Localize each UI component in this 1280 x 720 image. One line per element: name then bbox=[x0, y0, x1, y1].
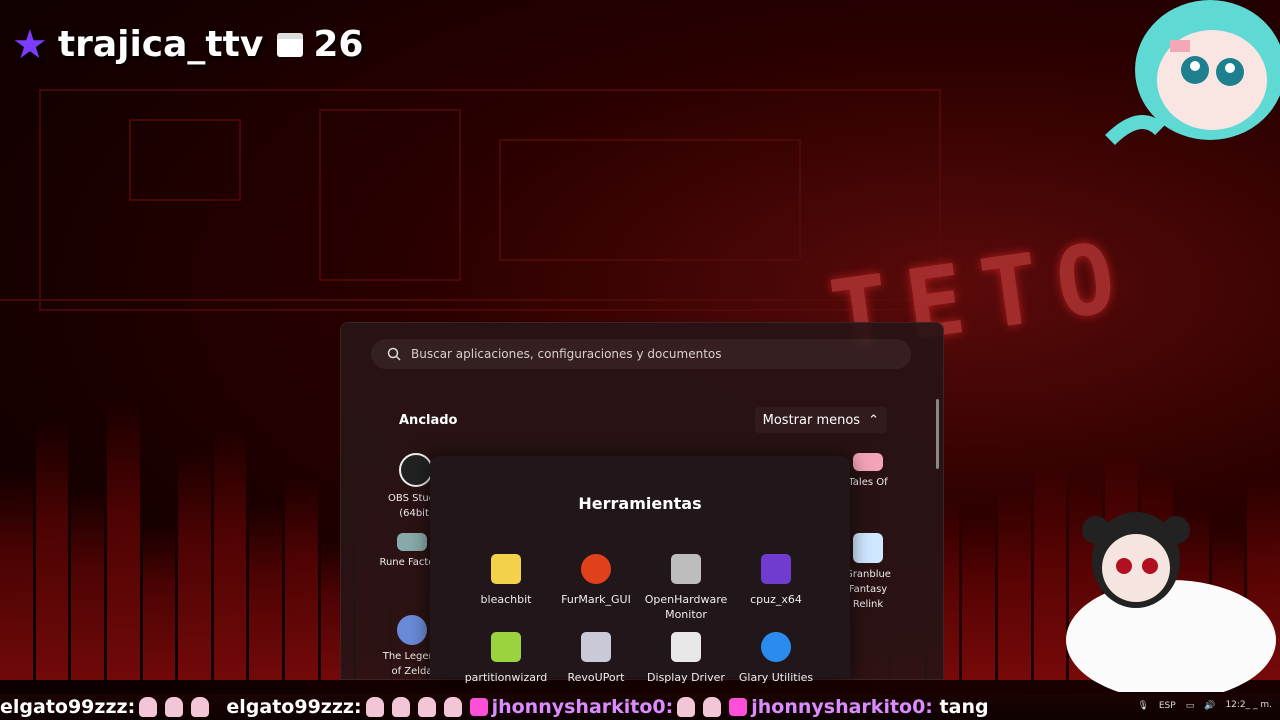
emote-icon bbox=[703, 697, 722, 717]
partitionwizard-icon bbox=[491, 632, 521, 662]
chat-ticker: elgato99zzz: elgato99zzz: jhonnysharkito… bbox=[0, 694, 1280, 720]
folder-app-cpuz[interactable]: cpuz_x64 bbox=[728, 554, 824, 607]
folder-title: Herramientas bbox=[578, 494, 702, 513]
chat-username: jhonnysharkito0: bbox=[491, 696, 674, 718]
folder-app-glary[interactable]: Glary Utilities bbox=[728, 632, 824, 685]
folder-app-openhardwaremonitor[interactable]: OpenHardware Monitor bbox=[638, 554, 734, 622]
tools-folder-popup: Herramientas bleachbit FurMark_GUI OpenH… bbox=[430, 456, 850, 684]
cpuz-icon bbox=[761, 554, 791, 584]
pinned-section-title: Anclado bbox=[399, 413, 458, 428]
chevron-up-icon: ⌃ bbox=[868, 412, 879, 428]
folder-app-label: bleachbit bbox=[480, 593, 532, 606]
calendar-icon bbox=[277, 32, 304, 57]
openhardwaremonitor-icon bbox=[671, 554, 701, 584]
folder-app-label: cpuz_x64 bbox=[750, 593, 802, 606]
clock[interactable]: 12:2_ _ m. bbox=[1225, 700, 1272, 711]
streamer-name: trajica_ttv bbox=[57, 24, 264, 65]
chat-username: elgato99zzz: bbox=[0, 696, 136, 718]
emote-icon bbox=[365, 697, 384, 717]
folder-app-revouport[interactable]: RevoUPort bbox=[548, 632, 644, 685]
day-count: 26 bbox=[313, 24, 364, 65]
tales-of-icon bbox=[853, 453, 883, 471]
emote-icon bbox=[139, 697, 158, 717]
heart-badge-icon bbox=[729, 698, 748, 716]
pinned-app-label: Granblue Fantasy Relink bbox=[845, 569, 891, 610]
emote-icon bbox=[677, 697, 696, 717]
folder-app-label: OpenHardware Monitor bbox=[644, 593, 728, 621]
search-icon bbox=[387, 347, 401, 361]
streamer-blob-avatar bbox=[1066, 512, 1276, 692]
folder-app-label: Display Driver bbox=[647, 671, 725, 684]
glary-utilities-icon bbox=[761, 632, 791, 662]
system-tray: 🎙 ESP ▭ 🔊 12:2_ _ m. bbox=[1137, 700, 1272, 711]
pinned-app-label: Tales Of bbox=[848, 477, 888, 488]
bleachbit-icon bbox=[491, 554, 521, 584]
emote-icon bbox=[443, 697, 462, 717]
folder-app-furmark[interactable]: FurMark_GUI bbox=[548, 554, 644, 607]
chat-username: elgato99zzz: bbox=[226, 696, 362, 718]
emote-icon bbox=[417, 697, 436, 717]
folder-app-partitionwizard[interactable]: partitionwizard bbox=[458, 632, 554, 685]
microphone-icon[interactable]: 🎙 bbox=[1137, 701, 1148, 711]
emote-icon bbox=[191, 697, 210, 717]
emote-icon bbox=[165, 697, 184, 717]
obs-icon bbox=[399, 453, 433, 487]
show-less-label: Mostrar menos bbox=[762, 412, 861, 428]
streamer-label: ★ trajica_ttv 26 bbox=[12, 24, 363, 65]
emote-icon bbox=[391, 697, 410, 717]
folder-app-bleachbit[interactable]: bleachbit bbox=[458, 554, 554, 607]
star-icon: ★ bbox=[12, 21, 48, 68]
search-placeholder: Buscar aplicaciones, configuraciones y d… bbox=[411, 347, 722, 361]
rune-factory-icon bbox=[397, 533, 427, 551]
chat-username: jhonnysharkito0: bbox=[751, 696, 933, 718]
furmark-icon bbox=[581, 554, 611, 584]
language-indicator[interactable]: ESP bbox=[1159, 701, 1176, 711]
start-search-box[interactable]: Buscar aplicaciones, configuraciones y d… bbox=[371, 339, 911, 369]
show-less-button[interactable]: Mostrar menos ⌃ bbox=[754, 407, 887, 433]
folder-app-label: partitionwizard bbox=[464, 671, 548, 684]
chat-message: tang bbox=[939, 696, 989, 718]
network-icon[interactable]: ▭ bbox=[1186, 701, 1195, 711]
folder-app-label: RevoUPort bbox=[567, 671, 625, 684]
folder-app-label: Glary Utilities bbox=[738, 671, 814, 684]
folder-app-display-driver[interactable]: Display Driver bbox=[638, 632, 734, 685]
granblue-icon bbox=[853, 533, 883, 563]
ocarina-icon bbox=[397, 615, 427, 645]
scrollbar[interactable] bbox=[936, 399, 939, 469]
miku-avatar bbox=[1105, 0, 1280, 146]
volume-icon[interactable]: 🔊 bbox=[1204, 701, 1215, 711]
display-driver-icon bbox=[671, 632, 701, 662]
revouport-icon bbox=[581, 632, 611, 662]
heart-badge-icon bbox=[469, 698, 488, 716]
folder-app-label: FurMark_GUI bbox=[561, 593, 631, 606]
